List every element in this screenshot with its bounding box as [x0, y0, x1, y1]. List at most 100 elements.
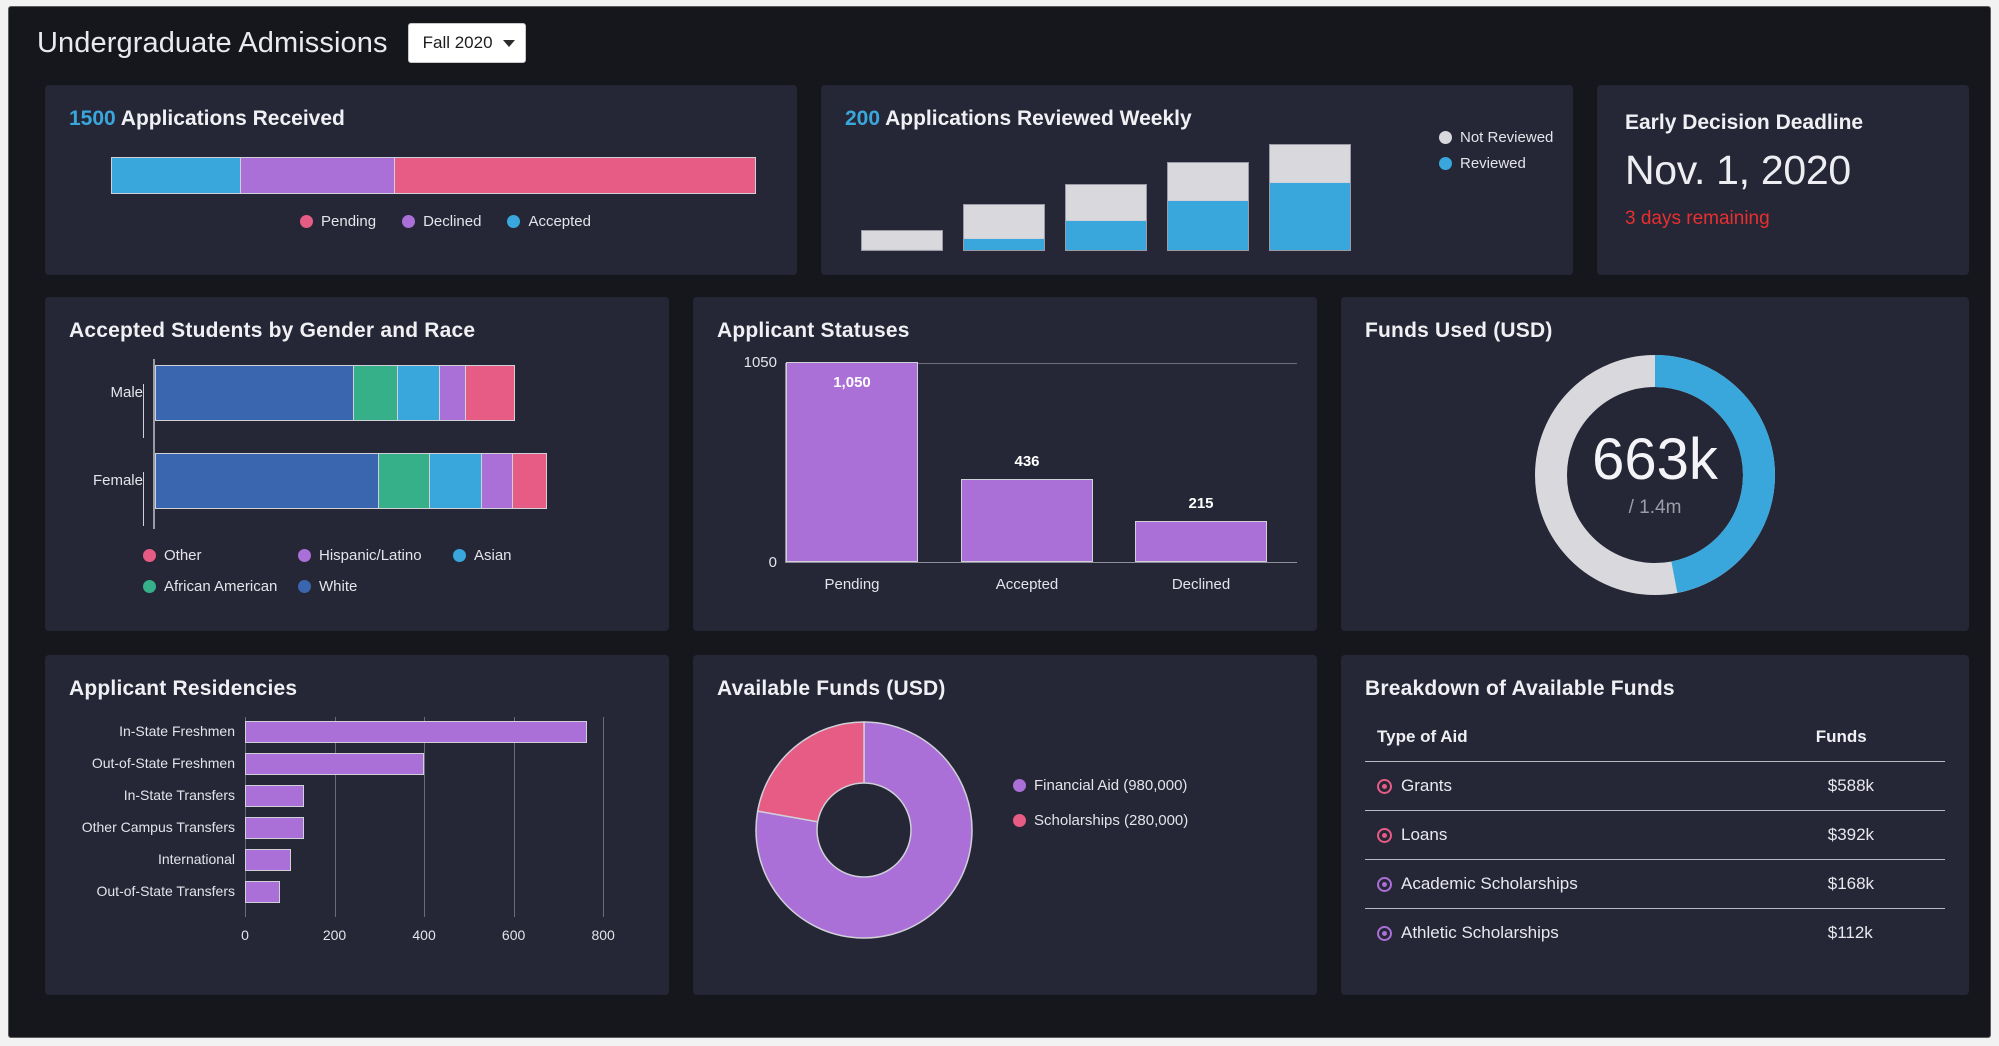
- residency-bar: [245, 753, 425, 775]
- legend-label: Not Reviewed: [1460, 129, 1554, 146]
- legend-item[interactable]: Financial Aid (980,000): [1013, 777, 1188, 794]
- gender-category-label: Female: [93, 472, 144, 526]
- legend-item[interactable]: Declined: [402, 213, 481, 230]
- residency-label: Out-of-State Transfers: [96, 883, 236, 899]
- funds-used-title: Funds Used (USD): [1365, 319, 1553, 342]
- applications-received-count: 1500: [69, 107, 116, 130]
- cell-type-of-aid: Loans: [1365, 810, 1816, 860]
- residencies-gridline: [603, 717, 605, 917]
- applications-received-stacked-bar[interactable]: [111, 157, 756, 194]
- legend-label: Hispanic/Latino: [319, 547, 422, 564]
- breakdown-table: Type of Aid Funds Grants $588k Loans $392k A…: [1365, 721, 1945, 957]
- reviewed-segment: [1066, 220, 1146, 250]
- race-segment[interactable]: [512, 454, 546, 508]
- residency-bar: [245, 721, 588, 743]
- residency-bar-row[interactable]: Out-of-State Freshmen: [92, 753, 425, 775]
- race-segment[interactable]: [379, 454, 430, 508]
- applications-received-legend: Pending Declined Accepted: [300, 213, 591, 230]
- legend-item[interactable]: Other: [143, 547, 298, 564]
- residency-bar-row[interactable]: In-State Freshmen: [119, 721, 588, 743]
- accepted-students-card: Accepted Students by Gender and Race Mal…: [45, 297, 669, 631]
- race-segment[interactable]: [397, 366, 441, 420]
- deadline-date: Nov. 1, 2020: [1625, 147, 1851, 193]
- weekly-bar[interactable]: [1167, 161, 1249, 251]
- dashboard-root: Undergraduate Admissions Fall 2020 1500 …: [8, 6, 1991, 1038]
- gender-race-chart[interactable]: Male Female: [93, 359, 613, 529]
- accepted-students-title: Accepted Students by Gender and Race: [69, 319, 476, 342]
- gender-race-bar[interactable]: Male: [110, 365, 515, 438]
- legend-item[interactable]: Hispanic/Latino: [298, 547, 453, 564]
- legend-item[interactable]: Accepted: [507, 213, 591, 230]
- column-header-type-of-aid[interactable]: Type of Aid: [1365, 721, 1816, 762]
- residency-bar-row[interactable]: In-State Transfers: [124, 785, 305, 807]
- status-bar[interactable]: 436 Accepted: [961, 453, 1093, 593]
- residencies-gridline: [424, 717, 426, 917]
- chevron-down-icon: [502, 39, 515, 47]
- race-segment[interactable]: [466, 366, 514, 420]
- legend-item[interactable]: White: [298, 578, 453, 595]
- weekly-bar-chart[interactable]: [861, 143, 1421, 251]
- residency-bar-row[interactable]: Out-of-State Transfers: [97, 881, 280, 903]
- weekly-bar[interactable]: [963, 204, 1045, 251]
- residencies-x-tick: 600: [501, 927, 526, 943]
- stacked-segment[interactable]: [112, 158, 241, 193]
- gender-category-label: Male: [110, 384, 144, 438]
- target-icon: [1377, 876, 1392, 892]
- breakdown-title: Breakdown of Available Funds: [1365, 677, 1675, 700]
- page-title: Undergraduate Admissions: [37, 26, 388, 59]
- status-bar-value: 1,050: [833, 374, 871, 391]
- stacked-segment[interactable]: [394, 158, 755, 193]
- legend-label: Declined: [423, 213, 482, 230]
- weekly-bar[interactable]: [1065, 184, 1147, 251]
- cell-funds: $168k: [1815, 859, 1945, 909]
- legend-dot-icon: [453, 549, 466, 562]
- statuses-y-tick: 0: [768, 554, 777, 571]
- legend-item[interactable]: Asian: [453, 547, 608, 564]
- breakdown-card: Breakdown of Available Funds Type of Aid…: [1341, 655, 1969, 995]
- residency-bar-row[interactable]: Other Campus Transfers: [82, 817, 305, 839]
- table-row[interactable]: Academic Scholarships $168k: [1365, 859, 1945, 909]
- weekly-bar[interactable]: [1269, 143, 1351, 251]
- gender-race-bar[interactable]: Female: [93, 453, 547, 526]
- reviewed-segment: [862, 249, 942, 250]
- table-row[interactable]: Grants $588k: [1365, 761, 1945, 811]
- term-select[interactable]: Fall 2020: [407, 23, 526, 63]
- race-segment[interactable]: [429, 454, 482, 508]
- applicant-statuses-chart[interactable]: 1,050 Pending 436 Accepted 215 Declined 1050 0: [744, 354, 1297, 593]
- legend-dot-icon: [1439, 131, 1452, 144]
- aid-label: Grants: [1401, 776, 1453, 795]
- deadline-remaining: 3 days remaining: [1625, 208, 1770, 229]
- column-header-funds[interactable]: Funds: [1815, 721, 1945, 762]
- legend-dot-icon: [507, 215, 521, 228]
- weekly-bar[interactable]: [861, 229, 943, 251]
- stacked-segment[interactable]: [240, 158, 395, 193]
- residency-label: Out-of-State Freshmen: [91, 755, 235, 771]
- aid-label: Athletic Scholarships: [1401, 923, 1559, 942]
- table-row[interactable]: Loans $392k: [1365, 810, 1945, 860]
- table-row[interactable]: Athletic Scholarships $112k: [1365, 909, 1945, 958]
- legend-item[interactable]: African American: [143, 578, 298, 595]
- funds-used-gauge[interactable]: 663k / 1.4m: [1533, 353, 1777, 597]
- legend-item[interactable]: Not Reviewed: [1439, 129, 1553, 146]
- race-segment[interactable]: [156, 366, 354, 420]
- race-segment[interactable]: [440, 366, 467, 420]
- legend-item[interactable]: Reviewed: [1439, 155, 1553, 172]
- legend-dot-icon: [402, 215, 416, 228]
- residencies-x-tick: 0: [241, 927, 249, 943]
- applicant-residencies-chart[interactable]: 0 200 400 600 800 In-State Freshmen Out-of-Sta…: [82, 717, 630, 943]
- deadline-label: Early Decision Deadline: [1625, 111, 1864, 134]
- available-funds-donut[interactable]: [755, 721, 973, 939]
- legend-item[interactable]: Pending: [300, 213, 376, 230]
- status-bar[interactable]: 1,050 Pending: [786, 362, 918, 593]
- status-bar[interactable]: 215 Declined: [1135, 495, 1267, 593]
- legend-label: Reviewed: [1460, 155, 1526, 172]
- status-category-label: Declined: [1171, 576, 1231, 593]
- legend-item[interactable]: Scholarships (280,000): [1013, 812, 1188, 829]
- race-segment[interactable]: [156, 454, 380, 508]
- residency-bar-row[interactable]: International: [158, 849, 291, 871]
- legend-dot-icon: [143, 580, 156, 593]
- race-segment[interactable]: [353, 366, 398, 420]
- legend-label: Financial Aid (980,000): [1034, 777, 1188, 794]
- residencies-x-tick: 400: [412, 927, 436, 943]
- race-segment[interactable]: [481, 454, 513, 508]
